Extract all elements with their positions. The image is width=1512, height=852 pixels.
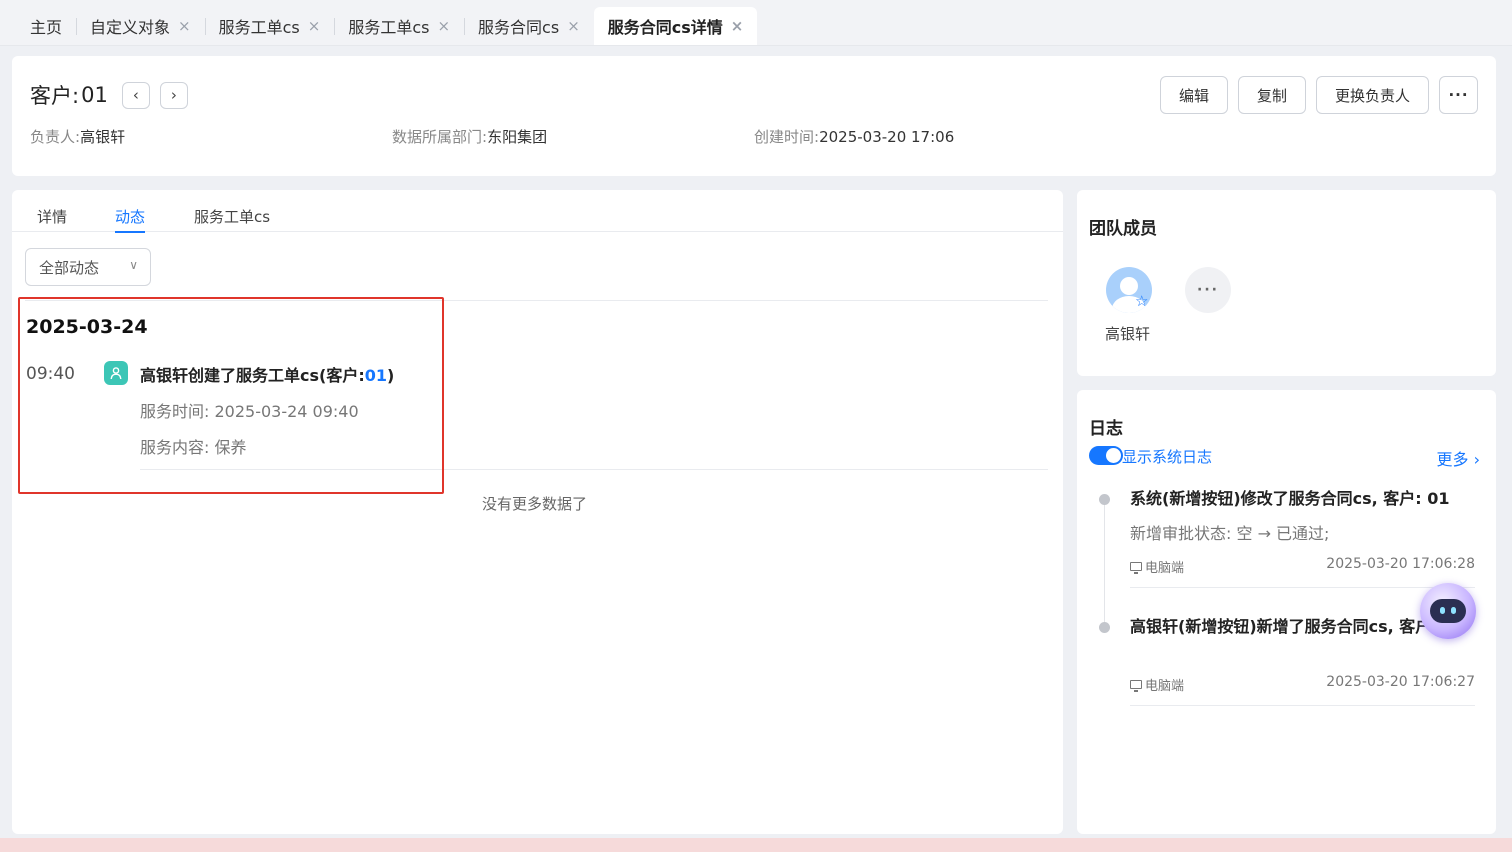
title-value: 01 — [81, 83, 108, 107]
log-title: 日志 — [1089, 419, 1123, 439]
chevron-down-icon: ∨ — [129, 258, 138, 272]
owner-field: 负责人:高银轩 — [30, 126, 125, 147]
copy-button[interactable]: 复制 — [1237, 76, 1306, 114]
tab-activity[interactable]: 动态 — [115, 206, 146, 233]
log-entry-detail: 新增审批状态: 空 → 已通过; — [1130, 524, 1330, 543]
main-panel: 详情 动态 服务工单cs 全部动态 ∨ 2025-03-24 09:40 高银轩… — [12, 190, 1063, 834]
edit-button[interactable]: 编辑 — [1159, 76, 1228, 114]
change-owner-button[interactable]: 更换负责人 — [1315, 76, 1429, 114]
activity-filter-select[interactable]: 全部动态 ∨ — [25, 248, 151, 286]
record-title: 客户: 01 ‹ › — [30, 80, 198, 110]
source-label: 电脑端 — [1145, 561, 1185, 576]
title-label: 客户: — [30, 84, 80, 108]
timeline-dot — [1099, 494, 1110, 505]
team-title: 团队成员 — [1089, 219, 1157, 239]
highlight-box — [18, 297, 444, 494]
tab-label: 服务工单cs — [218, 18, 300, 37]
timeline-dot — [1099, 622, 1110, 633]
dept-value: 东阳集团 — [487, 128, 548, 146]
more-logs-link[interactable]: 更多 › — [1437, 446, 1481, 470]
filter-value: 全部动态 — [39, 258, 100, 277]
robot-eye — [1440, 607, 1445, 614]
no-more-data: 没有更多数据了 — [482, 495, 588, 513]
owner-label: 负责人: — [30, 128, 81, 146]
tab-service-contract-detail[interactable]: 服务合同cs详情 × — [593, 7, 758, 45]
dept-field: 数据所属部门:东阳集团 — [392, 126, 547, 147]
bottom-strip — [0, 838, 1512, 852]
tab-label: 服务合同cs — [478, 18, 560, 37]
record-header: 客户: 01 ‹ › 负责人:高银轩 数据所属部门:东阳集团 创建时间:2025… — [12, 56, 1496, 176]
show-system-log-toggle[interactable] — [1089, 446, 1123, 465]
team-members-card: 团队成员 ☆ 高银轩 ··· — [1077, 190, 1496, 376]
created-value: 2025-03-20 17:06 — [819, 128, 955, 146]
log-entry-time: 2025-03-20 17:06:27 — [1326, 674, 1475, 690]
toggle-knob — [1106, 448, 1121, 463]
tab-service-contract[interactable]: 服务合同cs × — [464, 7, 594, 45]
prev-record-button[interactable]: ‹ — [121, 81, 150, 109]
tab-label: 服务合同cs详情 — [607, 18, 723, 37]
tab-custom-object[interactable]: 自定义对象 × — [76, 7, 205, 45]
tab-details[interactable]: 详情 — [37, 206, 67, 227]
created-field: 创建时间:2025-03-20 17:06 — [754, 126, 954, 147]
tab-service-orders[interactable]: 服务工单cs — [194, 206, 270, 227]
robot-face — [1430, 599, 1466, 623]
divider — [1130, 587, 1475, 588]
detail-tabs: 详情 动态 服务工单cs — [12, 190, 1063, 233]
log-entry-title: 系统(新增按钮)修改了服务合同cs, 客户: 01 — [1130, 489, 1450, 508]
member-name: 高银轩 — [1105, 325, 1151, 343]
chevron-left-icon: ‹ — [132, 86, 139, 104]
created-label: 创建时间: — [754, 128, 820, 146]
tab-service-order-1[interactable]: 服务工单cs × — [204, 7, 335, 45]
owner-value: 高银轩 — [80, 128, 126, 146]
source-label: 电脑端 — [1145, 679, 1185, 694]
header-actions: 编辑 复制 更换负责人 ··· — [1159, 76, 1478, 114]
more-members-button[interactable]: ··· — [1185, 267, 1231, 313]
log-entry-source: 电脑端 — [1130, 557, 1184, 576]
tab-label: 自定义对象 — [90, 18, 171, 37]
star-icon: ☆ — [1135, 292, 1149, 310]
tab-strip: 主页 自定义对象 × 服务工单cs × 服务工单cs × 服务合同cs × 服务合同cs… — [0, 0, 1512, 46]
chevron-right-icon: › — [170, 86, 177, 104]
timeline-line — [1104, 500, 1105, 630]
more-actions-button[interactable]: ··· — [1439, 76, 1478, 114]
tab-label: 主页 — [30, 18, 63, 37]
dept-label: 数据所属部门: — [392, 128, 488, 146]
close-icon[interactable]: × — [731, 17, 744, 35]
log-entry-time: 2025-03-20 17:06:28 — [1326, 556, 1475, 572]
monitor-icon — [1130, 680, 1142, 692]
close-icon[interactable]: × — [437, 17, 450, 35]
close-icon[interactable]: × — [178, 17, 191, 35]
divider — [1130, 705, 1475, 706]
close-icon[interactable]: × — [308, 17, 321, 35]
tab-service-order-2[interactable]: 服务工单cs × — [334, 7, 464, 45]
tab-label: 服务工单cs — [348, 18, 430, 37]
log-entry-source: 电脑端 — [1130, 675, 1184, 694]
next-record-button[interactable]: › — [159, 81, 188, 109]
robot-eye — [1451, 607, 1456, 614]
ai-assistant-robot-icon[interactable] — [1420, 583, 1476, 639]
monitor-icon — [1130, 562, 1142, 574]
close-icon[interactable]: × — [567, 17, 580, 35]
show-system-log-label[interactable]: 显示系统日志 — [1122, 446, 1212, 467]
tab-home[interactable]: 主页 — [0, 7, 76, 45]
